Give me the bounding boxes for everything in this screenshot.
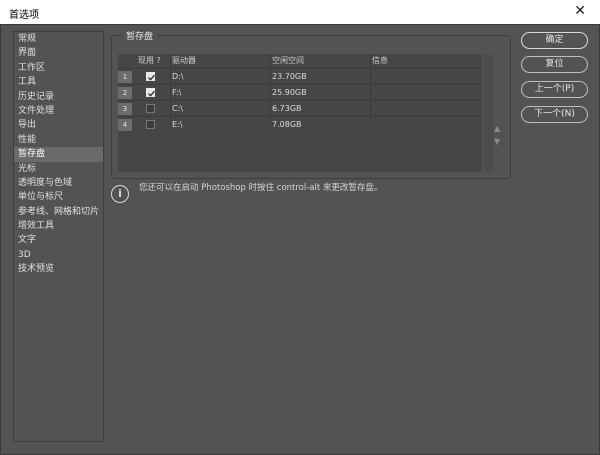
table-row[interactable]: 1 D:\ 23.70GB: [118, 68, 482, 84]
row-number: 4: [118, 119, 132, 131]
sidebar-item-general[interactable]: 常规: [14, 32, 103, 46]
ok-button[interactable]: 确定: [521, 32, 588, 49]
column-header-active: 现用 ?: [138, 56, 161, 65]
info-note: i 您还可以在启动 Photoshop 时按住 control-alt 来更改暂…: [111, 175, 511, 205]
window-title: 首选项: [9, 10, 39, 21]
row-number: 1: [118, 71, 132, 83]
reset-button[interactable]: 复位: [521, 56, 588, 73]
prev-button[interactable]: 上一个(P): [521, 81, 588, 98]
sidebar-item-performance[interactable]: 性能: [14, 133, 103, 147]
sidebar-item-history[interactable]: 历史记录: [14, 90, 103, 104]
column-divider: [270, 54, 271, 124]
drive-cell: F:\: [172, 88, 182, 97]
active-checkbox[interactable]: [146, 72, 156, 81]
table-header: 现用 ? 驱动器 空闲空间 信息: [118, 54, 482, 68]
space-cell: 7.08GB: [272, 120, 302, 129]
active-checkbox[interactable]: [146, 104, 155, 113]
space-cell: 25.90GB: [272, 88, 307, 97]
table-row[interactable]: 4 E:\ 7.08GB: [118, 116, 482, 132]
move-up-icon[interactable]: ▲: [494, 124, 504, 134]
next-button[interactable]: 下一个(N): [521, 106, 588, 123]
group-title: 暂存盘: [122, 29, 158, 42]
sidebar-item-units-rulers[interactable]: 单位与标尺: [14, 190, 103, 204]
sidebar-item-cursors[interactable]: 光标: [14, 162, 103, 176]
move-down-icon[interactable]: ▼: [494, 137, 504, 147]
table-row[interactable]: 3 C:\ 6.73GB: [118, 100, 482, 116]
preferences-dialog: 常规 界面 工作区 工具 历史记录 文件处理 导出 性能 暂存盘 光标 透明度与…: [0, 24, 600, 455]
column-header-space: 空闲空间: [272, 56, 304, 65]
checkmark-icon: [148, 90, 156, 97]
sidebar-item-type[interactable]: 文字: [14, 233, 103, 247]
column-divider: [170, 54, 171, 124]
sidebar-item-plugins[interactable]: 增效工具: [14, 219, 103, 233]
sidebar-item-transparency-gamut[interactable]: 透明度与色域: [14, 176, 103, 190]
column-divider: [370, 54, 371, 124]
drive-cell: C:\: [172, 104, 183, 113]
window-titlebar: 首选项 ✕: [0, 0, 600, 25]
active-checkbox[interactable]: [146, 88, 156, 97]
sidebar-item-tools[interactable]: 工具: [14, 75, 103, 89]
checkmark-icon: [148, 74, 156, 81]
drive-cell: E:\: [172, 120, 183, 129]
sidebar-item-scratch-disks[interactable]: 暂存盘: [14, 147, 103, 162]
row-number: 3: [118, 103, 132, 115]
sidebar-item-interface[interactable]: 界面: [14, 46, 103, 60]
sidebar-item-file-handling[interactable]: 文件处理: [14, 104, 103, 118]
space-cell: 6.73GB: [272, 104, 302, 113]
preferences-sidebar: 常规 界面 工作区 工具 历史记录 文件处理 导出 性能 暂存盘 光标 透明度与…: [13, 31, 104, 442]
sidebar-item-export[interactable]: 导出: [14, 118, 103, 132]
close-icon[interactable]: ✕: [574, 3, 586, 19]
sidebar-item-3d[interactable]: 3D: [14, 248, 103, 262]
table-row[interactable]: 2 F:\ 25.90GB: [118, 84, 482, 100]
space-cell: 23.70GB: [272, 72, 307, 81]
sidebar-item-guides-grid-slices[interactable]: 参考线、网格和切片: [14, 205, 103, 219]
row-number: 2: [118, 87, 132, 99]
column-header-drive: 驱动器: [172, 56, 196, 65]
sidebar-item-tech-previews[interactable]: 技术预览: [14, 262, 103, 276]
column-header-info: 信息: [372, 56, 388, 65]
table-scrollbar[interactable]: [484, 54, 494, 172]
sidebar-item-workspace[interactable]: 工作区: [14, 61, 103, 75]
scratch-disks-table: 现用 ? 驱动器 空闲空间 信息 1 D:\ 23.70GB 2 F:\ 25.…: [118, 54, 482, 172]
drive-cell: D:\: [172, 72, 184, 81]
active-checkbox[interactable]: [146, 120, 155, 129]
info-icon: i: [111, 185, 129, 203]
scratch-disks-group: 暂存盘 现用 ? 驱动器 空闲空间 信息 1 D:\ 23.70GB 2 F:\…: [111, 29, 511, 179]
info-note-text: 您还可以在启动 Photoshop 时按住 control-alt 来更改暂存盘…: [139, 183, 383, 193]
